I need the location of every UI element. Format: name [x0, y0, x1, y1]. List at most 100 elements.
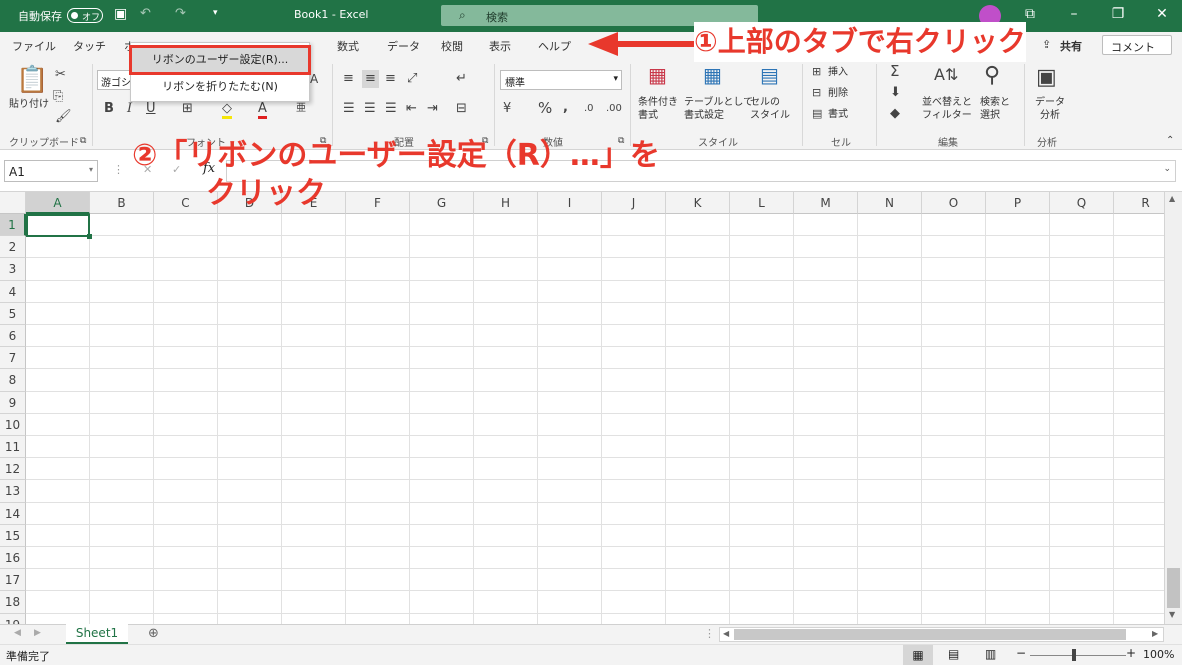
- paste-label[interactable]: 貼り付け: [9, 98, 49, 111]
- fill-handle[interactable]: [87, 234, 92, 239]
- page-layout-icon[interactable]: ▤: [948, 647, 959, 661]
- cut-icon[interactable]: ✂: [55, 68, 66, 82]
- decrease-decimal-icon[interactable]: .00: [606, 102, 622, 116]
- expand-formula-icon[interactable]: ⌄: [1163, 164, 1171, 174]
- font-grow-icon[interactable]: A: [310, 72, 318, 86]
- column-header[interactable]: F: [346, 192, 410, 214]
- share-button[interactable]: 共有: [1060, 38, 1082, 54]
- align-top-icon[interactable]: ≡: [343, 72, 354, 86]
- restore-icon[interactable]: ❐: [1106, 6, 1130, 22]
- decrease-indent-icon[interactable]: ⇤: [406, 102, 417, 116]
- increase-indent-icon[interactable]: ⇥: [427, 102, 438, 116]
- select-all[interactable]: [0, 192, 26, 214]
- column-header[interactable]: A: [26, 192, 90, 214]
- share-icon[interactable]: ⇪: [1042, 38, 1051, 51]
- minimize-icon[interactable]: –: [1062, 6, 1086, 22]
- customize-ribbon-menu-item[interactable]: リボンのユーザー設定(R)...: [129, 45, 311, 75]
- align-right-icon[interactable]: ☰: [385, 102, 397, 116]
- column-header[interactable]: M: [794, 192, 858, 214]
- column-header[interactable]: H: [474, 192, 538, 214]
- paste-icon[interactable]: 📋: [16, 66, 48, 94]
- column-header[interactable]: G: [410, 192, 474, 214]
- format-painter-icon[interactable]: 🖌: [55, 110, 72, 124]
- column-header[interactable]: B: [90, 192, 154, 214]
- copy-icon[interactable]: ⎘: [53, 90, 63, 104]
- row-header[interactable]: 5: [0, 302, 26, 325]
- row-header[interactable]: 15: [0, 524, 26, 547]
- format-cells-label[interactable]: 書式: [828, 108, 848, 121]
- delete-cells-label[interactable]: 削除: [828, 87, 848, 100]
- font-color-icon[interactable]: A: [258, 102, 267, 119]
- format-cells-icon[interactable]: ▤: [812, 107, 822, 121]
- zoom-slider[interactable]: [1030, 655, 1126, 656]
- clear-icon[interactable]: ◆: [890, 107, 900, 121]
- add-sheet-icon[interactable]: ⊕: [148, 626, 159, 641]
- sheet-tab-sheet1[interactable]: Sheet1: [66, 624, 128, 644]
- number-format-select[interactable]: 標準 ▾: [500, 70, 622, 90]
- autosave-toggle[interactable]: オフ: [67, 8, 103, 23]
- increase-decimal-icon[interactable]: .0: [584, 102, 594, 116]
- row-header[interactable]: 19: [0, 613, 26, 624]
- find-select-label[interactable]: 検索と 選択: [980, 96, 1010, 122]
- name-box[interactable]: A1 ▾: [4, 160, 98, 182]
- row-header[interactable]: 11: [0, 436, 26, 459]
- zoom-level[interactable]: 100%: [1143, 648, 1174, 661]
- scroll-thumb[interactable]: [1167, 568, 1180, 608]
- insert-cells-label[interactable]: 挿入: [828, 66, 848, 79]
- percent-icon[interactable]: %: [538, 101, 552, 116]
- cell-styles-icon[interactable]: ▤: [760, 65, 779, 85]
- row-header[interactable]: 17: [0, 569, 26, 592]
- data-analysis-icon[interactable]: ▣: [1036, 66, 1057, 90]
- column-header[interactable]: Q: [1050, 192, 1114, 214]
- row-header[interactable]: 7: [0, 347, 26, 370]
- next-sheet-icon[interactable]: ▶: [34, 628, 41, 638]
- column-header[interactable]: P: [986, 192, 1050, 214]
- tab-review[interactable]: 校閲: [441, 38, 463, 54]
- tab-view[interactable]: 表示: [489, 38, 511, 54]
- find-select-icon[interactable]: ⚲: [984, 64, 1000, 88]
- column-header[interactable]: O: [922, 192, 986, 214]
- border-icon[interactable]: ⊞: [182, 102, 193, 116]
- row-header[interactable]: 12: [0, 458, 26, 481]
- row-header[interactable]: 4: [0, 280, 26, 303]
- row-header[interactable]: 18: [0, 591, 26, 614]
- wrap-text-icon[interactable]: ↵: [456, 72, 467, 86]
- conditional-format-label[interactable]: 条件付き 書式: [638, 96, 678, 122]
- scroll-right-icon[interactable]: ▶: [1152, 629, 1158, 638]
- column-header[interactable]: L: [730, 192, 794, 214]
- zoom-out-icon[interactable]: −: [1016, 646, 1026, 660]
- prev-sheet-icon[interactable]: ◀: [14, 628, 21, 638]
- row-header[interactable]: 9: [0, 391, 26, 414]
- horizontal-scrollbar[interactable]: ◀ ▶: [719, 627, 1164, 642]
- column-header[interactable]: K: [666, 192, 730, 214]
- collapse-ribbon-menu-item[interactable]: リボンを折りたたむ(N): [131, 74, 309, 100]
- worksheet-grid[interactable]: ABCDEFGHIJKLMNOPQR 1 2 3 4 5 6 7 8 9 10 11 12 13 14 15…: [0, 192, 1164, 624]
- bold-icon[interactable]: B: [104, 102, 114, 116]
- fill-color-icon[interactable]: ◇: [222, 102, 232, 119]
- format-as-table-icon[interactable]: ▦: [703, 65, 722, 85]
- italic-icon[interactable]: I: [127, 102, 132, 116]
- currency-icon[interactable]: ¥: [503, 102, 511, 116]
- row-header[interactable]: 2: [0, 236, 26, 259]
- conditional-format-icon[interactable]: ▦: [648, 65, 667, 85]
- align-left-icon[interactable]: ☰: [343, 102, 355, 116]
- tab-data[interactable]: データ: [387, 38, 420, 54]
- scroll-left-icon[interactable]: ◀: [723, 629, 729, 638]
- splitter-icon[interactable]: ⋮: [704, 627, 715, 640]
- ribbon-display-icon[interactable]: ⧉: [1018, 6, 1042, 22]
- tab-formulas[interactable]: 数式: [337, 38, 359, 54]
- column-header[interactable]: J: [602, 192, 666, 214]
- data-analysis-label[interactable]: データ 分析: [1035, 96, 1065, 122]
- zoom-slider-thumb[interactable]: [1072, 649, 1076, 661]
- row-header[interactable]: 6: [0, 325, 26, 348]
- comma-icon[interactable]: ,: [563, 101, 568, 115]
- autosum-icon[interactable]: Σ: [890, 64, 899, 79]
- row-header[interactable]: 3: [0, 258, 26, 281]
- scroll-down-icon[interactable]: ▼: [1169, 610, 1175, 619]
- active-cell[interactable]: [26, 214, 90, 237]
- collapse-ribbon-icon[interactable]: ⌃: [1166, 134, 1174, 148]
- format-as-table-label[interactable]: テーブルとして 書式設定: [684, 96, 753, 122]
- cell-styles-label[interactable]: セルの スタイル: [750, 96, 790, 122]
- sort-filter-label[interactable]: 並べ替えと フィルター: [922, 96, 972, 122]
- save-icon[interactable]: ▣: [114, 6, 127, 22]
